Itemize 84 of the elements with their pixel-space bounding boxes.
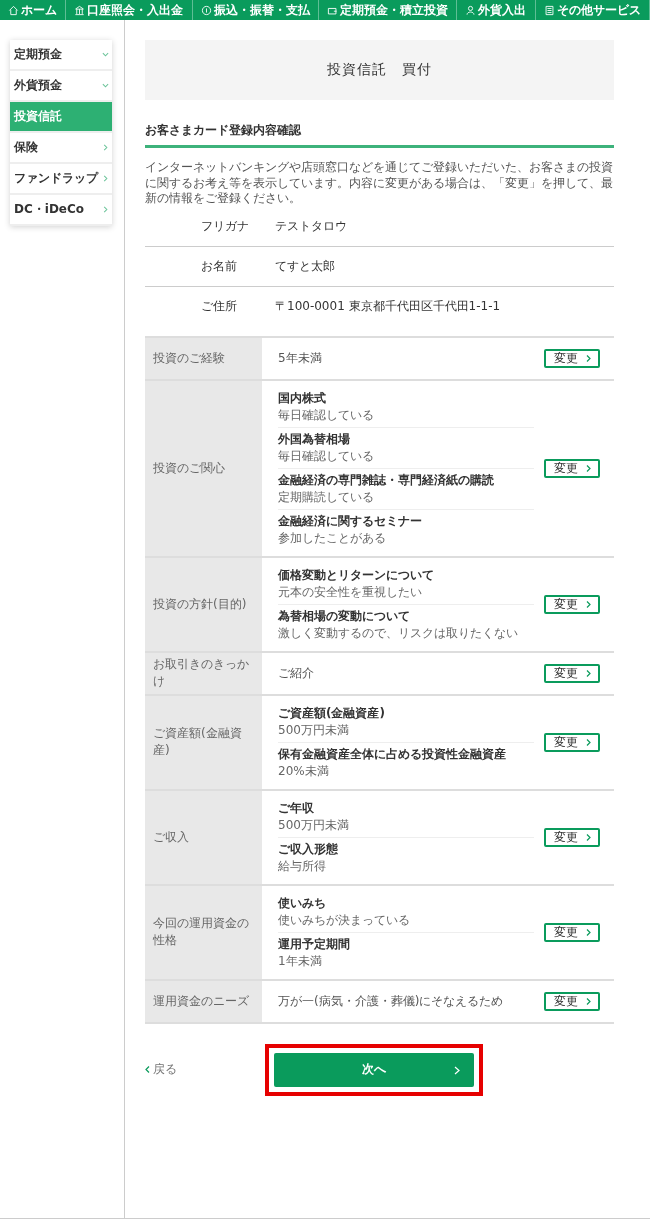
nav-tab[interactable]: ホーム xyxy=(0,0,67,20)
item-title: 金融経済の専門雑誌・専門経済紙の購読 xyxy=(278,471,495,489)
item-value: 激しく変動するので、リスクは取りたくない xyxy=(278,624,519,642)
chevron-right-icon xyxy=(585,354,591,362)
item-title: ご収入形態 xyxy=(278,840,339,858)
chevron-right-icon xyxy=(454,1065,460,1075)
field-label: お名前 xyxy=(145,246,275,287)
chevron-right-icon xyxy=(585,928,591,936)
person-icon xyxy=(465,4,477,16)
chevron-right-icon xyxy=(585,997,591,1005)
change-button[interactable]: 変更 xyxy=(544,348,600,368)
side-menu-item[interactable]: ファンドラップ xyxy=(10,164,112,195)
page-title: 投資信託 買付 xyxy=(145,40,614,100)
side-menu-item[interactable]: 定期預金 xyxy=(10,40,112,71)
chevron-right-icon xyxy=(585,600,591,608)
item-value: 毎日確認している xyxy=(278,406,375,424)
item-value: 元本の安全性を重視したい xyxy=(278,583,423,601)
row-label: 投資の方針(目的) xyxy=(145,557,262,651)
item-title: 運用予定期間 xyxy=(278,935,351,953)
item-value: 使いみちが決まっている xyxy=(278,911,411,929)
field-value: テストタロウ xyxy=(275,206,614,247)
item-value: 20%未満 xyxy=(278,762,330,780)
item-title: 外国為替相場 xyxy=(278,430,351,448)
chevron-right-icon xyxy=(585,833,591,841)
chevron-right-icon xyxy=(102,144,109,151)
field-label: フリガナ xyxy=(145,206,275,247)
change-button[interactable]: 変更 xyxy=(544,827,600,847)
field-value: てすと太郎 xyxy=(275,246,614,287)
chevron-right-icon xyxy=(585,669,591,677)
item-title: 国内株式 xyxy=(278,389,327,407)
item-value: 給与所得 xyxy=(278,857,327,875)
item-value: 1年未満 xyxy=(278,952,323,970)
back-link[interactable]: 戻る xyxy=(145,1061,265,1079)
item-title: 保有金融資産全体に占める投資性金融資産 xyxy=(278,745,507,763)
nav-tab[interactable]: 外貨入出 xyxy=(457,0,536,20)
item-value: 参加したことがある xyxy=(278,529,387,547)
nav-tab[interactable]: 口座照会・入出金 xyxy=(66,0,193,20)
change-button[interactable]: 変更 xyxy=(544,732,600,752)
row-label: ご収入 xyxy=(145,790,262,884)
change-button[interactable]: 変更 xyxy=(544,594,600,614)
nav-tab[interactable]: その他サービス xyxy=(535,0,650,20)
chevron-right-icon xyxy=(585,738,591,746)
home-icon xyxy=(8,4,20,16)
item-title: 価格変動とリターンについて xyxy=(278,566,435,584)
chevron-down-icon xyxy=(102,51,109,58)
row-label: 運用資金のニーズ xyxy=(145,980,262,1022)
nav-tab[interactable]: 定期預金・積立投資 xyxy=(319,0,458,20)
nav-tab[interactable]: 振込・振替・支払 xyxy=(192,0,319,20)
field-label: ご住所 xyxy=(200,297,238,315)
item-title: ご年収 xyxy=(278,799,315,817)
row-label: 今回の運用資金の性格 xyxy=(145,885,262,979)
bank-icon xyxy=(74,4,86,16)
item-value: 毎日確認している xyxy=(278,447,375,465)
list-icon xyxy=(543,4,555,16)
coin-icon xyxy=(200,4,212,16)
chevron-right-icon xyxy=(102,175,109,182)
item-value: 500万円未満 xyxy=(278,816,350,834)
row-label: 投資のご関心 xyxy=(145,380,262,556)
next-button[interactable]: 次へ xyxy=(274,1052,474,1087)
chevron-down-icon xyxy=(102,82,109,89)
item-title: ご資産額(金融資産) xyxy=(278,704,386,722)
description: インターネットバンキングや店頭窓口などを通じてご登録いただいた、お客さまの投資に関するお考え等を表示しています。内容に変更がある場合は、「変更」を押して、最新の情報をご登録ください。 xyxy=(145,160,614,207)
chevron-left-icon xyxy=(145,1066,150,1074)
item-title: 使いみち xyxy=(278,894,327,912)
side-menu-item[interactable]: DC・iDeCo xyxy=(10,195,112,226)
change-button[interactable]: 変更 xyxy=(544,663,600,683)
item-title: 為替相場の変動について xyxy=(278,607,411,625)
chevron-right-icon xyxy=(585,464,591,472)
field-value: 〒100-0001 東京都千代田区千代田1-1-1 xyxy=(275,297,502,315)
section-heading: お客さまカード登録内容確認 xyxy=(145,122,614,148)
change-button[interactable]: 変更 xyxy=(544,991,600,1011)
item-value: 定期購読している xyxy=(278,488,375,506)
row-value: 万が一(病気・介護・葬儀)にそなえるため xyxy=(278,993,504,1008)
row-label: 投資のご経験 xyxy=(145,337,262,379)
item-value: 500万円未満 xyxy=(278,721,350,739)
row-value: ご紹介 xyxy=(278,665,314,680)
item-title: 金融経済に関するセミナー xyxy=(278,512,423,530)
chevron-right-icon xyxy=(102,206,109,213)
change-button[interactable]: 変更 xyxy=(544,458,600,478)
row-label: ご資産額(金融資産) xyxy=(145,695,262,789)
row-value: 5年未満 xyxy=(278,350,322,365)
change-button[interactable]: 変更 xyxy=(544,922,600,942)
side-menu-item[interactable]: 保険 xyxy=(10,133,112,164)
row-label: お取引きのきっかけ xyxy=(145,652,262,694)
